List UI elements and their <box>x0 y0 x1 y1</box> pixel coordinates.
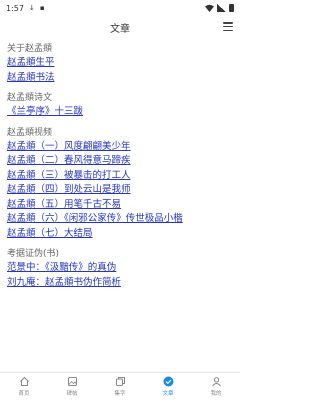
section-heading-authentication: 考据证伪(书) <box>7 249 60 259</box>
article-link[interactable]: 《兰亭序》十三跋 <box>7 105 234 120</box>
menu-icon-line <box>223 22 233 24</box>
menu-icon-line <box>223 25 233 28</box>
article-link[interactable]: 赵孟頫书法 <box>7 71 234 86</box>
tab-articles[interactable]: 文章 <box>144 373 192 400</box>
article-link[interactable]: 赵孟頫（三）被暴击的打工人 <box>7 169 234 184</box>
tab-home[interactable]: 首页 <box>0 373 48 400</box>
section-heading-about: 关于赵孟頫 <box>7 44 53 54</box>
notification-icon: ▪ <box>39 3 45 12</box>
article-link[interactable]: 赵孟頫生平 <box>7 56 234 71</box>
page-title: 文章 <box>110 23 130 35</box>
status-bar: 1:57 ↓ ▪ <box>0 0 240 16</box>
collect-icon <box>115 376 126 387</box>
article-link[interactable]: 赵孟頫（二）春风得意马蹄疾 <box>7 154 234 169</box>
check-circle-icon <box>163 376 174 387</box>
tab-label: 首页 <box>18 391 30 397</box>
image-icon <box>67 376 78 387</box>
signal-icon <box>217 4 226 12</box>
tab-rubbings[interactable]: 碑帖 <box>48 373 96 400</box>
menu-icon-line <box>223 29 233 31</box>
tab-label: 我的 <box>210 391 222 397</box>
article-list: 关于赵孟頫 赵孟頫生平 赵孟頫书法 赵孟頫诗文 《兰亭序》十三跋 赵孟頫视频 赵… <box>0 38 240 290</box>
article-link[interactable]: 赵孟頫（一）风度翩翩美少年 <box>7 140 234 155</box>
tab-label: 集字 <box>114 391 126 397</box>
article-link[interactable]: 赵孟頫（六）《闲邪公家传》传世极品小楷 <box>7 212 234 227</box>
tab-label: 碑帖 <box>66 391 78 397</box>
battery-icon <box>229 4 234 12</box>
tab-label: 文章 <box>162 391 174 397</box>
article-link[interactable]: 范景中：《汲黯传》的真伪 <box>7 261 234 276</box>
status-time: 1:57 <box>6 3 24 13</box>
app-header: 文章 <box>0 16 240 38</box>
article-link[interactable]: 刘九庵：赵孟頫书伪作简析 <box>7 276 234 291</box>
menu-button[interactable] <box>223 22 233 31</box>
tab-profile[interactable]: 我的 <box>192 373 240 400</box>
tab-collect-characters[interactable]: 集字 <box>96 373 144 400</box>
download-icon: ↓ <box>28 3 35 12</box>
article-link[interactable]: 赵孟頫（七）大结局 <box>7 227 234 242</box>
bottom-tab-bar: 首页 碑帖 集字 文章 我的 <box>0 372 240 400</box>
home-icon <box>19 376 30 387</box>
section-heading-poetry: 赵孟頫诗文 <box>7 93 53 103</box>
article-link[interactable]: 赵孟頫（五）用笔千古不易 <box>7 198 234 213</box>
section-heading-video: 赵孟頫视频 <box>7 127 53 138</box>
user-icon <box>211 376 222 387</box>
wifi-icon <box>205 4 214 12</box>
article-link[interactable]: 赵孟頫（四）到处云山是我师 <box>7 183 234 198</box>
